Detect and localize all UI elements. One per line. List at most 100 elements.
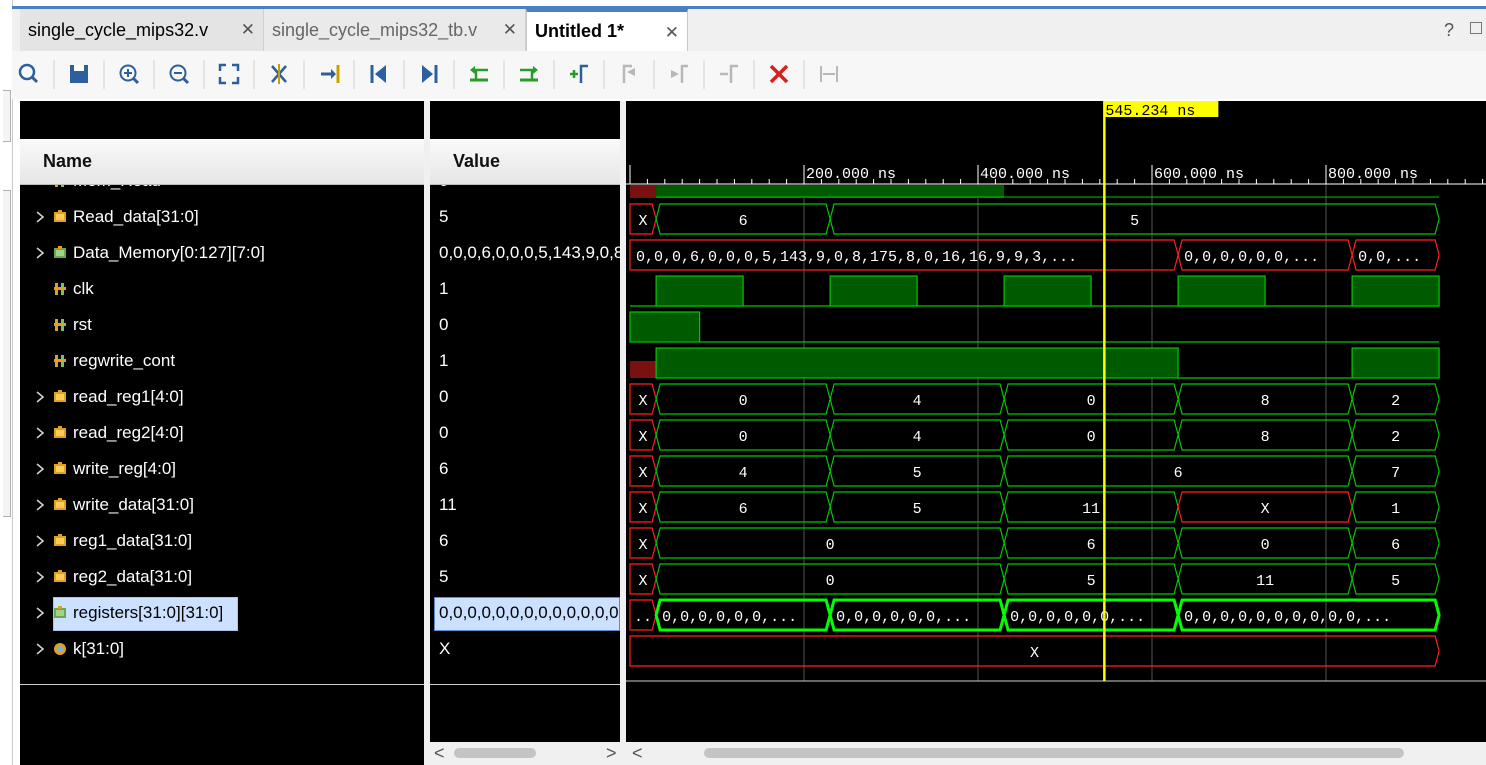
- scrollbar-thumb[interactable]: [454, 748, 536, 758]
- waveform-canvas[interactable]: 200.000 ns 400.000 ns 600.000 ns 800.000 ns…: [626, 101, 1486, 742]
- restore-window-icon[interactable]: [1470, 22, 1482, 34]
- zoom-fit-icon[interactable]: [214, 59, 244, 89]
- tab-untitled-1[interactable]: Untitled 1* ✕: [526, 9, 688, 51]
- value-horizontal-scrollbar[interactable]: < >: [430, 742, 620, 765]
- wave-k-31-0[interactable]: X: [629, 635, 1440, 667]
- name-column-header[interactable]: Name: [20, 139, 424, 185]
- signal-row[interactable]: k[31:0]: [20, 632, 424, 668]
- wave-registers-31-0-31-0[interactable]: .. 0,0,0,0,0,0,... 0,0,0,0,0,0,... 0,0,0,0,…: [629, 598, 1441, 632]
- wave-read_reg1-4-0[interactable]: X 0 4 0 8 2: [629, 383, 1440, 415]
- help-icon[interactable]: ?: [1444, 20, 1454, 41]
- signal-value[interactable]: 1: [439, 272, 620, 308]
- wave-read_reg2-4-0[interactable]: X 0 4 0 8 2: [629, 419, 1440, 451]
- signal-row[interactable]: regwrite_cont: [20, 344, 424, 380]
- chevron-right-icon[interactable]: [33, 460, 47, 478]
- bus-value-label: 0: [739, 393, 748, 410]
- signal-value[interactable]: 0,0,0,6,0,0,0,5,143,9,0,8: [439, 236, 620, 272]
- signal-name: clk: [73, 279, 94, 298]
- chevron-right-icon[interactable]: [33, 496, 47, 514]
- wave-Mem_Read[interactable]: [630, 185, 1440, 198]
- signal-value-text: 0,0,0,6,0,0,0,5,143,9,0,8: [439, 243, 620, 262]
- tab-single-cycle-mips32[interactable]: single_cycle_mips32.v ✕: [20, 9, 264, 51]
- signal-value[interactable]: 1: [439, 344, 620, 380]
- save-icon[interactable]: [64, 59, 94, 89]
- signal-value-text: 0: [439, 387, 449, 406]
- signal-value[interactable]: 11: [439, 488, 620, 524]
- signal-row[interactable]: registers[31:0][31:0]: [20, 596, 424, 632]
- chevron-right-icon[interactable]: [33, 640, 47, 658]
- go-to-beginning-icon[interactable]: [364, 59, 394, 89]
- next-marker-icon[interactable]: [664, 59, 694, 89]
- bus-value-label: X: [1030, 645, 1039, 662]
- signal-value[interactable]: 5: [439, 560, 620, 596]
- scroll-left-icon[interactable]: <: [434, 743, 445, 764]
- signal-row[interactable]: write_reg[4:0]: [20, 452, 424, 488]
- wave-regwrite_cont[interactable]: [630, 347, 1440, 379]
- chevron-right-icon[interactable]: [33, 604, 47, 622]
- search-icon[interactable]: [14, 59, 44, 89]
- distance-icon[interactable]: [814, 59, 844, 89]
- wave-reg2_data-31-0[interactable]: X 0 5 11 5: [629, 563, 1440, 595]
- wave-reg1_data-31-0[interactable]: X 0 6 0 6: [629, 527, 1440, 559]
- chevron-right-icon[interactable]: [33, 532, 47, 550]
- wave-rst[interactable]: [629, 311, 1440, 343]
- scrollbar-thumb[interactable]: [704, 748, 1404, 758]
- go-to-end-icon[interactable]: [414, 59, 444, 89]
- delete-icon[interactable]: [764, 59, 794, 89]
- waveform-toolbar: [12, 51, 1486, 99]
- bus-value-label: 6: [739, 213, 748, 230]
- chevron-right-icon[interactable]: [33, 388, 47, 406]
- waveform-panel[interactable]: 200.000 ns 400.000 ns 600.000 ns 800.000 ns…: [626, 101, 1486, 742]
- tab-single-cycle-mips32-tb[interactable]: single_cycle_mips32_tb.v ✕: [264, 9, 526, 51]
- signal-value[interactable]: 0: [439, 416, 620, 452]
- signal-value[interactable]: 0,0,0,0,0,0,0,0,0,0,0,0,0,: [439, 596, 620, 632]
- chevron-right-icon[interactable]: [33, 244, 47, 262]
- signal-row[interactable]: reg1_data[31:0]: [20, 524, 424, 560]
- signal-value[interactable]: 6: [439, 452, 620, 488]
- close-icon[interactable]: ✕: [241, 20, 255, 40]
- wave-clk[interactable]: [630, 275, 1440, 307]
- bus-value-label: 0: [826, 573, 835, 590]
- add-marker-icon[interactable]: [564, 59, 594, 89]
- signal-row[interactable]: read_reg1[4:0]: [20, 380, 424, 416]
- wave-Read_data-31-0[interactable]: X 6 5: [629, 203, 1440, 235]
- next-transition-icon[interactable]: [514, 59, 544, 89]
- signal-value[interactable]: 0: [439, 380, 620, 416]
- zoom-out-icon[interactable]: [164, 59, 194, 89]
- chevron-right-icon[interactable]: [33, 568, 47, 586]
- chevron-right-icon[interactable]: [33, 424, 47, 442]
- go-to-time-zero-icon[interactable]: [314, 59, 344, 89]
- wave-Data_Memory-0-127-7-0[interactable]: 0,0,0,6,0,0,0,5,143,9,0,8,175,8,0,16,16,…: [629, 239, 1440, 271]
- scroll-left-icon[interactable]: <: [632, 743, 643, 764]
- bus-value-label: X: [639, 213, 648, 230]
- zoom-in-icon[interactable]: [114, 59, 144, 89]
- swap-cursors-icon[interactable]: [714, 59, 744, 89]
- signal-row[interactable]: write_data[31:0]: [20, 488, 424, 524]
- bus-value-label: 8: [1261, 429, 1270, 446]
- close-icon[interactable]: ✕: [503, 20, 517, 40]
- signal-row[interactable]: Data_Memory[0:127][7:0]: [20, 236, 424, 272]
- signal-value[interactable]: 0: [439, 308, 620, 344]
- signal-value[interactable]: X: [439, 632, 620, 668]
- signal-value[interactable]: 6: [439, 524, 620, 560]
- wave-undefined-region: [630, 185, 657, 198]
- signal-row[interactable]: Read_data[31:0]: [20, 200, 424, 236]
- previous-transition-icon[interactable]: [464, 59, 494, 89]
- signal-row[interactable]: reg2_data[31:0]: [20, 560, 424, 596]
- signal-row[interactable]: read_reg2[4:0]: [20, 416, 424, 452]
- previous-marker-icon[interactable]: [614, 59, 644, 89]
- signal-value[interactable]: 5: [439, 200, 620, 236]
- bus-value-label: 0: [1087, 429, 1096, 446]
- close-icon[interactable]: ✕: [665, 23, 679, 43]
- value-column-header[interactable]: Value: [430, 139, 620, 185]
- scroll-right-icon[interactable]: >: [606, 743, 617, 764]
- signal-row[interactable]: rst: [20, 308, 424, 344]
- waveform-horizontal-scrollbar[interactable]: <: [626, 742, 1486, 765]
- wave-write_data-31-0[interactable]: X 6 5 11 X 1: [629, 491, 1440, 523]
- bus-value-label: X: [1261, 501, 1270, 518]
- toolbar-icons: [14, 59, 844, 89]
- snap-cursor-icon[interactable]: [264, 59, 294, 89]
- wave-write_reg-4-0[interactable]: X 4 5 6 7: [629, 455, 1440, 487]
- chevron-right-icon[interactable]: [33, 208, 47, 226]
- signal-row[interactable]: clk: [20, 272, 424, 308]
